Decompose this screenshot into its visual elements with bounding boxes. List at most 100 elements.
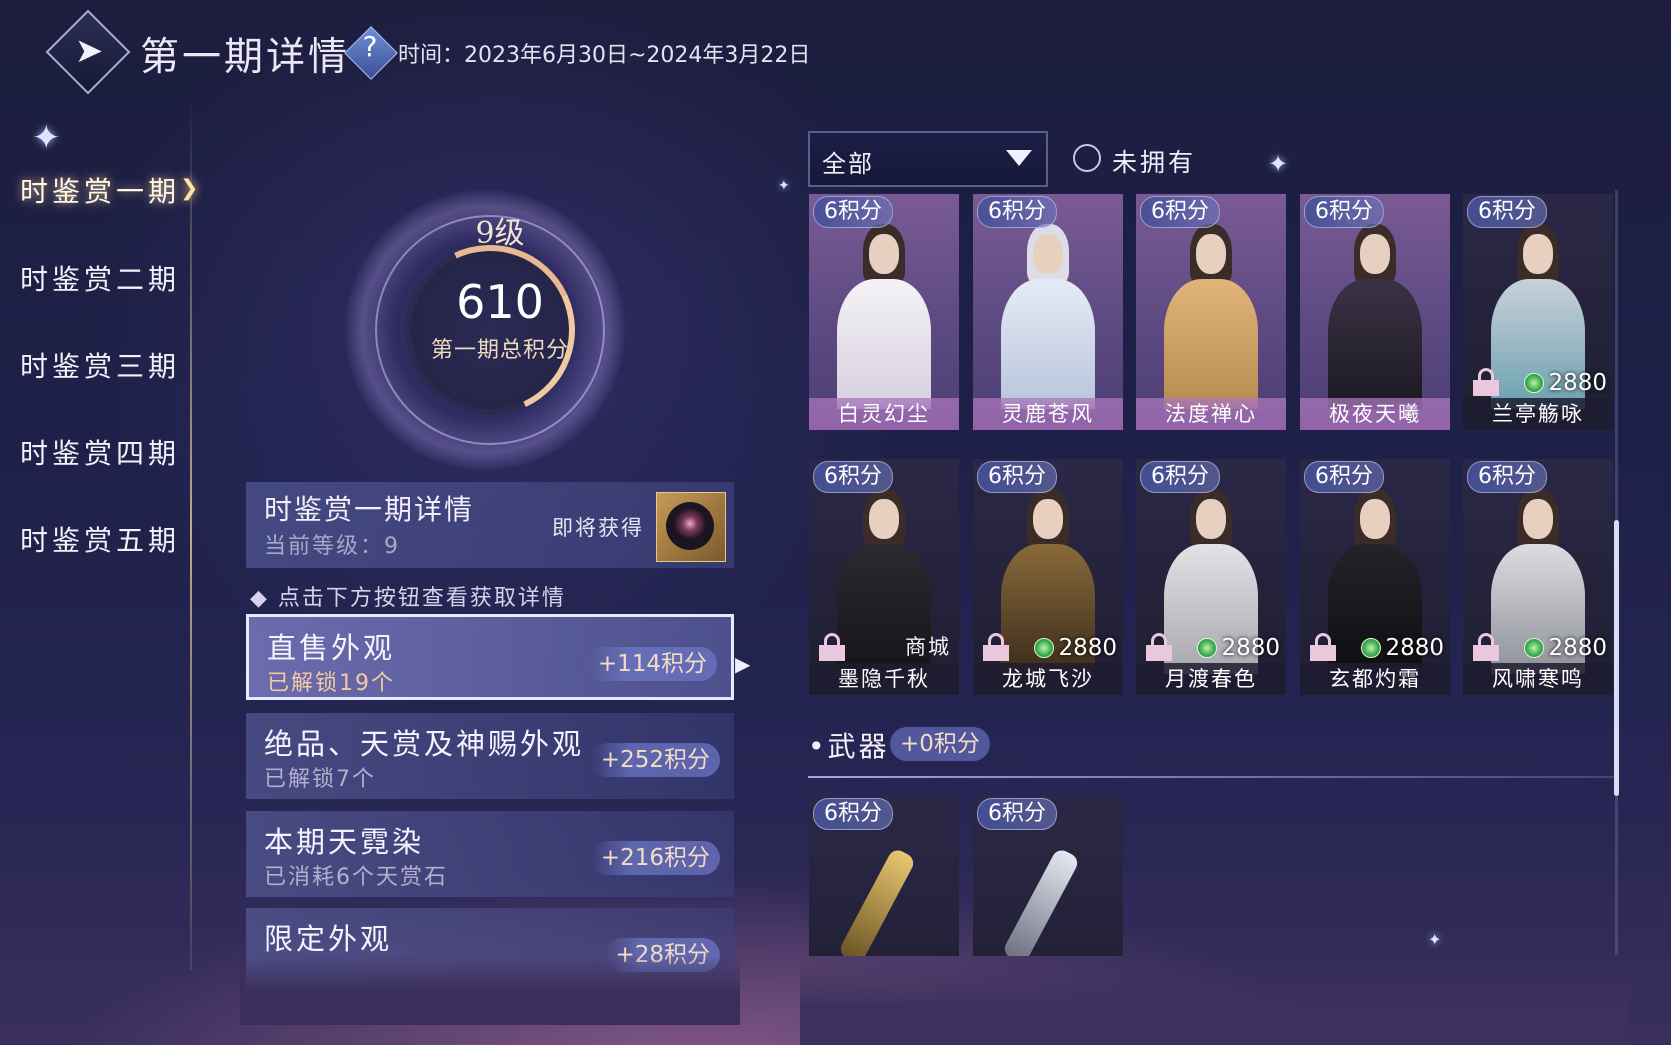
price-value: 2880	[1548, 635, 1607, 661]
category-sub: 已解锁19个	[267, 671, 395, 696]
price: 2880	[1524, 370, 1607, 396]
category-name: 本期天霓染	[264, 825, 425, 859]
character-figure	[1196, 499, 1226, 539]
outfit-name: 极夜天曦	[1300, 398, 1450, 430]
outfit-card[interactable]: 6积分 2880 月渡春色	[1136, 459, 1286, 695]
points-badge: 6积分	[1467, 196, 1547, 228]
scrollbar-thumb[interactable]	[1614, 520, 1619, 796]
points-badge: 6积分	[1140, 196, 1220, 228]
price-value: 2880	[1548, 370, 1607, 396]
outfit-name: 龙城飞沙	[973, 663, 1123, 695]
sidebar-item-period-1[interactable]: 时鉴赏一期	[20, 170, 180, 210]
character-outfit	[1164, 279, 1258, 409]
jade-currency-icon	[1524, 373, 1545, 393]
lock-icon	[1473, 368, 1499, 396]
hint-text: ◆ 点击下方按钮查看获取详情	[250, 586, 566, 611]
unowned-radio[interactable]	[1073, 144, 1101, 172]
category-dye[interactable]: 本期天霓染 已消耗6个天赏石 +216积分	[246, 811, 734, 897]
sidebar-divider	[190, 95, 192, 970]
sidebar-item-period-5[interactable]: 时鉴赏五期	[20, 519, 180, 559]
jade-currency-icon	[1524, 638, 1545, 658]
page-title: 第一期详情	[140, 35, 351, 80]
total-score-label: 第一期总积分	[430, 338, 569, 363]
points-badge: 6积分	[977, 461, 1057, 493]
outfit-name: 风啸寒鸣	[1463, 663, 1613, 695]
outfit-name: 兰亭觞咏	[1463, 398, 1613, 430]
price: 2880	[1197, 635, 1280, 661]
sparkle-icon: ✦	[32, 118, 61, 158]
weapon-points: +0积分	[890, 727, 990, 761]
weapon-section-label: 武器	[827, 730, 890, 763]
price-value: 2880	[1221, 635, 1280, 661]
weapon-card[interactable]: 6积分	[973, 796, 1123, 956]
points-badge: 6积分	[1304, 461, 1384, 493]
price: 2880	[1034, 635, 1117, 661]
event-time: 时间：2023年6月30日~2024年3月22日	[398, 43, 811, 68]
filter-value: 全部	[822, 150, 874, 178]
weapon-image	[837, 846, 917, 956]
category-direct-sale[interactable]: 直售外观 已解锁19个 +114积分	[246, 614, 734, 700]
category-premium[interactable]: 绝品、天赏及神赐外观 已解锁7个 +252积分	[246, 713, 734, 799]
list-fade	[800, 955, 1630, 1045]
total-score: 610	[456, 275, 544, 329]
outfit-card[interactable]: 6积分 灵鹿苍风	[973, 194, 1123, 430]
outfit-name: 墨隐千秋	[809, 663, 959, 695]
lock-icon	[1310, 633, 1336, 661]
character-figure	[1033, 499, 1063, 539]
weapon-image	[1001, 846, 1081, 956]
character-figure	[1360, 234, 1390, 274]
category-name: 绝品、天赏及神赐外观	[264, 727, 585, 761]
unowned-label: 未拥有	[1112, 148, 1197, 177]
current-level: 当前等级：9	[264, 534, 400, 559]
points-badge: 6积分	[813, 798, 893, 830]
category-points: +216积分	[590, 841, 720, 875]
selected-arrow-icon: ▶	[735, 652, 751, 676]
question-mark-icon: ?	[362, 30, 378, 63]
category-sub: 已解锁7个	[264, 767, 376, 792]
outfit-card[interactable]: 6积分 2880 兰亭觞咏	[1463, 194, 1613, 430]
outfit-card[interactable]: 6积分 2880 龙城飞沙	[973, 459, 1123, 695]
sparkle-icon: ✦	[1268, 150, 1289, 178]
upcoming-reward-label: 即将获得	[552, 516, 644, 540]
sidebar-item-period-4[interactable]: 时鉴赏四期	[20, 432, 180, 472]
price-value: 2880	[1058, 635, 1117, 661]
price-value: 2880	[1385, 635, 1444, 661]
character-figure	[869, 234, 899, 274]
outfit-card[interactable]: 6积分 商城 墨隐千秋	[809, 459, 959, 695]
points-badge: 6积分	[1140, 461, 1220, 493]
outfit-card[interactable]: 6积分 2880 风啸寒鸣	[1463, 459, 1613, 695]
character-outfit	[1328, 279, 1422, 409]
sidebar-item-period-2[interactable]: 时鉴赏二期	[20, 258, 180, 298]
outfit-name: 月渡春色	[1136, 663, 1286, 695]
price: 2880	[1524, 635, 1607, 661]
sidebar-item-period-3[interactable]: 时鉴赏三期	[20, 345, 180, 385]
section-divider	[808, 776, 1616, 778]
points-badge: 6积分	[977, 196, 1057, 228]
lock-icon	[983, 633, 1009, 661]
active-marker-icon: ❯	[180, 176, 199, 201]
points-badge: 6积分	[1304, 196, 1384, 228]
category-name: 限定外观	[264, 922, 393, 956]
hint-label: 点击下方按钮查看获取详情	[277, 586, 566, 611]
character-figure	[1523, 499, 1553, 539]
outfit-card[interactable]: 6积分 白灵幻尘	[809, 194, 959, 430]
weapon-card[interactable]: 6积分	[809, 796, 959, 956]
sparkle-icon: ✦	[778, 178, 790, 194]
sparkle-icon: ✦	[1428, 930, 1442, 949]
character-figure	[1360, 499, 1390, 539]
outfit-name: 灵鹿苍风	[973, 398, 1123, 430]
character-figure	[1033, 234, 1063, 274]
back-arrow-icon: ➤	[74, 31, 104, 71]
outfit-name: 玄都灼霜	[1300, 663, 1450, 695]
outfit-card[interactable]: 6积分 极夜天曦	[1300, 194, 1450, 430]
outfit-card[interactable]: 6积分 2880 玄都灼霜	[1300, 459, 1450, 695]
price: 2880	[1361, 635, 1444, 661]
period-detail-title: 时鉴赏一期详情	[264, 493, 475, 526]
lock-icon	[1473, 633, 1499, 661]
outfit-name: 白灵幻尘	[809, 398, 959, 430]
character-figure	[869, 499, 899, 539]
level-text: 9级	[475, 216, 525, 251]
points-badge: 6积分	[813, 196, 893, 228]
outfit-card[interactable]: 6积分 法度禅心	[1136, 194, 1286, 430]
list-fade	[240, 955, 740, 1025]
